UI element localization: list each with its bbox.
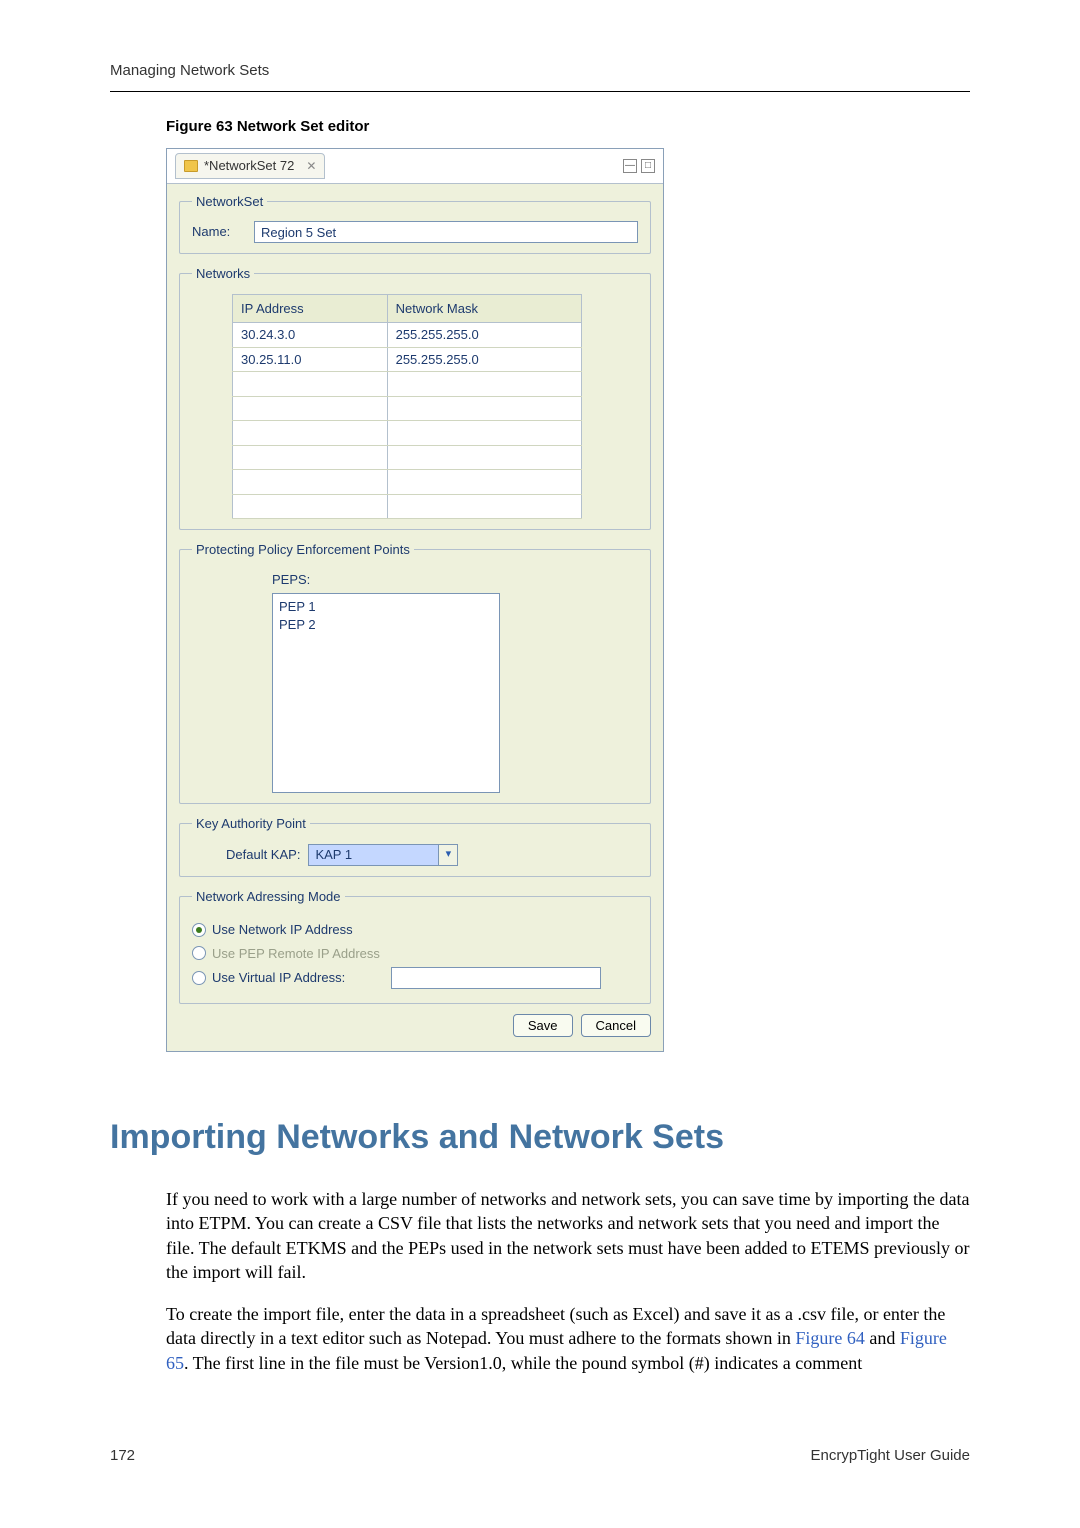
folder-icon (184, 160, 198, 172)
table-row[interactable]: .. (233, 396, 582, 421)
table-row[interactable]: 30.25.11.0 255.255.255.0 (233, 347, 582, 372)
networks-legend: Networks (192, 264, 254, 284)
doc-title: EncrypTight User Guide (810, 1445, 970, 1468)
networkset-legend: NetworkSet (192, 192, 267, 212)
chevron-down-icon[interactable]: ▾ (438, 844, 458, 866)
table-row[interactable]: .. (233, 494, 582, 519)
kap-label: Default KAP: (226, 845, 300, 865)
radio-label: Use Network IP Address (212, 920, 353, 940)
page-header: Managing Network Sets (110, 60, 970, 92)
mode-legend: Network Adressing Mode (192, 887, 345, 907)
kap-select-input[interactable] (308, 844, 458, 866)
peps-label: PEPS: (272, 570, 638, 590)
cancel-button[interactable]: Cancel (581, 1014, 651, 1037)
list-item[interactable]: PEP 1 (279, 598, 493, 616)
table-row[interactable]: .. (233, 421, 582, 446)
kap-select[interactable]: ▾ (308, 844, 458, 866)
table-row[interactable]: .. (233, 372, 582, 397)
virtual-ip-input[interactable] (391, 967, 601, 989)
editor-tab[interactable]: *NetworkSet 72 ✕ (175, 153, 325, 179)
body-paragraph: To create the import file, enter the dat… (166, 1302, 970, 1375)
peps-fieldset: Protecting Policy Enforcement Points PEP… (179, 540, 651, 804)
save-button[interactable]: Save (513, 1014, 573, 1037)
kap-legend: Key Authority Point (192, 814, 310, 834)
network-set-editor-window: *NetworkSet 72 ✕ — □ NetworkSet Name: Ne… (166, 148, 664, 1052)
radio-icon[interactable] (192, 971, 206, 985)
tab-title: *NetworkSet 72 (204, 156, 294, 176)
page-number: 172 (110, 1445, 135, 1468)
section-heading: Importing Networks and Network Sets (110, 1112, 970, 1163)
editor-titlebar: *NetworkSet 72 ✕ — □ (167, 149, 663, 184)
table-header-mask: Network Mask (387, 294, 581, 323)
networks-table[interactable]: IP Address Network Mask 30.24.3.0 255.25… (232, 294, 582, 520)
figure-64-link[interactable]: Figure 64 (795, 1328, 865, 1348)
peps-legend: Protecting Policy Enforcement Points (192, 540, 414, 560)
peps-listbox[interactable]: PEP 1 PEP 2 (272, 593, 500, 793)
maximize-icon[interactable]: □ (641, 159, 655, 173)
close-icon[interactable]: ✕ (306, 157, 316, 175)
list-item[interactable]: PEP 2 (279, 616, 493, 634)
editor-body: NetworkSet Name: Networks IP Address Net… (167, 184, 663, 1052)
networks-fieldset: Networks IP Address Network Mask 30.24.3… (179, 264, 651, 530)
radio-label: Use PEP Remote IP Address (212, 944, 380, 964)
radio-use-network[interactable]: Use Network IP Address (192, 920, 638, 940)
minimize-icon[interactable]: — (623, 159, 637, 173)
table-row[interactable]: .. (233, 445, 582, 470)
body-paragraph: If you need to work with a large number … (166, 1187, 970, 1284)
mode-fieldset: Network Adressing Mode Use Network IP Ad… (179, 887, 651, 1005)
name-label: Name: (192, 222, 244, 242)
radio-icon (192, 946, 206, 960)
radio-use-virtual[interactable]: Use Virtual IP Address: (192, 967, 638, 989)
name-input[interactable] (254, 221, 638, 243)
networkset-fieldset: NetworkSet Name: (179, 192, 651, 255)
titlebar-buttons: — □ (623, 159, 655, 173)
radio-label: Use Virtual IP Address: (212, 968, 345, 988)
button-row: Save Cancel (179, 1014, 651, 1037)
radio-use-pep: Use PEP Remote IP Address (192, 944, 638, 964)
radio-icon[interactable] (192, 923, 206, 937)
table-row[interactable]: .. (233, 470, 582, 495)
kap-fieldset: Key Authority Point Default KAP: ▾ (179, 814, 651, 877)
table-header-ip: IP Address (233, 294, 388, 323)
page-footer: 172 EncrypTight User Guide (110, 1445, 970, 1468)
figure-caption: Figure 63 Network Set editor (166, 116, 970, 139)
table-row[interactable]: 30.24.3.0 255.255.255.0 (233, 323, 582, 348)
